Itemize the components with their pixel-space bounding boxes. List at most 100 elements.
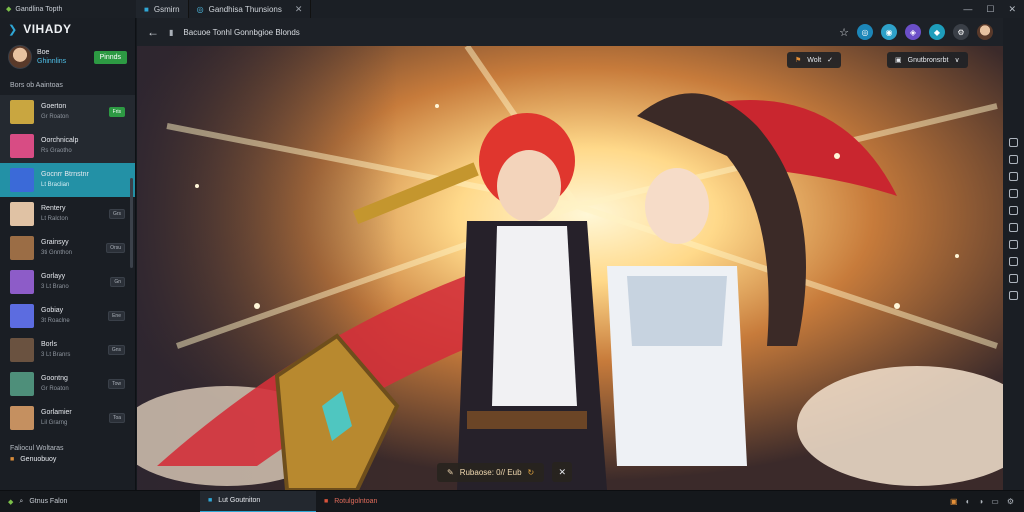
item-sub: Lil Grarng (41, 420, 68, 426)
item-thumbnail (10, 100, 34, 124)
tray-icon[interactable]: ▣ (950, 497, 958, 506)
taskbar-app-icon: ■ (208, 497, 213, 504)
item-sub: 3 Lt Brano (41, 284, 69, 290)
avatar[interactable] (8, 45, 32, 69)
tab-1[interactable]: ■ Gsmirn (136, 0, 189, 18)
item-sub: Gr Roaton (41, 386, 69, 392)
sidebar-item-10[interactable]: Gorlamier Lil Grarng Toa (0, 401, 135, 435)
stage-toolbar-right[interactable]: ▣ Gnutbronsrbt ∨ (887, 52, 968, 68)
profile-action-button[interactable]: Pinnds (93, 50, 127, 64)
rail-tool-icon[interactable] (1009, 274, 1018, 283)
item-title: Goontng (41, 375, 68, 382)
app-icon-1[interactable]: ◎ (857, 24, 873, 40)
main-area: ← ▮ Bacuoe Tonhl Gonnbgioe Blonds ☆ ◎ ◉ … (137, 18, 1003, 490)
rail-tool-icon[interactable] (1009, 257, 1018, 266)
sidebar-item-3[interactable]: Gocnrr Btrnstnr Lt Braclian (0, 163, 135, 197)
item-title: Oorchnicalp (41, 137, 79, 144)
taskbar-item-2[interactable]: ■ Rotulgolntoan (316, 491, 432, 512)
profile[interactable]: Boe Ghinnlins Pinnds (0, 40, 135, 74)
sidebar-item-7[interactable]: Gobiay 3t Roaclne Ene (0, 299, 135, 333)
sidebar-item-5[interactable]: Grainsyy 3ti Gnnthon Orsu (0, 231, 135, 265)
status-badge: Tow (108, 379, 125, 389)
rail-tool-icon[interactable] (1009, 206, 1018, 215)
breadcrumb: Bacuoe Tonhl Gonnbgioe Blonds (183, 27, 300, 37)
taskbar-label: Rotulgolntoan (334, 498, 378, 505)
user-avatar[interactable] (977, 24, 993, 40)
nav-icons: ☆ ◎ ◉ ◈ ◆ ⚙ (839, 24, 993, 40)
sidebar: ❯ VIHADY Boe Ghinnlins Pinnds Bors ob Aa… (0, 18, 136, 490)
close-window-icon[interactable]: ✕ (1008, 4, 1016, 15)
battery-icon[interactable]: ▭ (991, 497, 999, 506)
stage-bottom-bar: ✎ Rubaose: 0// Eub ↻ ✕ (437, 462, 573, 482)
rail-tool-icon[interactable] (1009, 155, 1018, 164)
item-title: Rentery (41, 205, 66, 212)
profile-name: Boe (37, 49, 50, 56)
tab-icon: ◎ (196, 4, 204, 14)
check-icon[interactable]: ✓ (827, 56, 833, 64)
taskbar-app-icon: ■ (324, 498, 329, 505)
flag-icon[interactable]: ⚑ (795, 56, 801, 64)
sidebar-scrollbar[interactable] (130, 178, 133, 268)
rail-tool-icon[interactable] (1009, 291, 1018, 300)
network-icon[interactable]: ◐ (966, 497, 971, 506)
volume-icon[interactable]: ◑ (978, 497, 983, 506)
navbar: ← ▮ Bacuoe Tonhl Gonnbgioe Blonds ☆ ◎ ◉ … (137, 18, 1003, 46)
close-overlay-button[interactable]: ✕ (552, 462, 573, 482)
item-title: Goerton (41, 103, 67, 110)
brand: ❯ VIHADY (0, 18, 135, 40)
maximize-icon[interactable]: ☐ (986, 4, 994, 15)
status-badge: Orsu (106, 243, 125, 253)
rail-tool-icon[interactable] (1009, 189, 1018, 198)
status-badge: Gns (107, 345, 125, 355)
section-title: Bors ob Aaintoas (10, 82, 63, 89)
tab-2[interactable]: ◎ Gandhisa Thunsions ✕ (189, 0, 312, 18)
item-sub: 3 Lt Branrs (41, 352, 71, 358)
settings-icon[interactable]: ⚙ (953, 24, 969, 40)
rail-tool-icon[interactable] (1009, 223, 1018, 232)
start-area[interactable]: ◆ ⌕ Gtnus Falon (0, 498, 200, 506)
window-icon: ▣ (895, 57, 902, 64)
item-thumbnail (10, 338, 34, 362)
item-title: Gocnrr Btrnstnr (41, 171, 89, 178)
stage-toolbar-left: ⚑ Wolt ✓ (787, 52, 842, 68)
start-icon[interactable]: ◆ (8, 498, 13, 506)
profile-meta: Boe Ghinnlins (37, 48, 66, 66)
app-logo-icon: ◆ (6, 6, 12, 13)
stage-bottom-control[interactable]: ✎ Rubaose: 0// Eub ↻ (437, 462, 545, 482)
profile-status: Ghinnlins (37, 58, 67, 65)
anime-artwork (137, 46, 1003, 490)
sidebar-item-1[interactable]: Goerton Gr Roaton Fris (0, 95, 135, 129)
tab-label: Gandhisa Thunsions (208, 4, 282, 14)
settings-icon[interactable]: ⚙ (1007, 497, 1014, 506)
app-icon-4[interactable]: ◆ (929, 24, 945, 40)
minimize-icon[interactable]: — (963, 4, 972, 15)
search-icon[interactable]: ⌕ (19, 498, 23, 506)
brand-name: VIHADY (23, 22, 72, 36)
taskbar-label: Lut Goutniton (218, 497, 261, 504)
start-label: Gtnus Falon (29, 498, 68, 505)
item-thumbnail (10, 406, 34, 430)
section2-title: Faliocul Woltaras (10, 445, 64, 452)
sidebar-item-2[interactable]: Oorchnicalp Rs Graotho (0, 129, 135, 163)
rail-tool-icon[interactable] (1009, 138, 1018, 147)
item-sub: 3ti Gnnthon (41, 250, 73, 256)
rail-tool-icon[interactable] (1009, 240, 1018, 249)
star-icon[interactable]: ☆ (839, 26, 849, 39)
app-title-area: ◆ Gandlina Topth (0, 5, 136, 14)
system-tray: ▣ ◐ ◑ ▭ ⚙ (950, 497, 1024, 506)
sidebar-item-6[interactable]: Gorlayy 3 Lt Brano Gn (0, 265, 135, 299)
app-icon-3[interactable]: ◈ (905, 24, 921, 40)
taskbar: ◆ ⌕ Gtnus Falon ■ Lut Goutniton ■ Rotulg… (0, 490, 1024, 512)
section2-item[interactable]: ■ Genuobuoy (0, 456, 135, 463)
sidebar-item-8[interactable]: Borls 3 Lt Branrs Gns (0, 333, 135, 367)
sidebar-item-9[interactable]: Goontng Gr Roaton Tow (0, 367, 135, 401)
item-thumbnail (10, 236, 34, 260)
app-icon-2[interactable]: ◉ (881, 24, 897, 40)
sidebar-item-4[interactable]: Rentery Lt Ralcton Grs (0, 197, 135, 231)
taskbar-item-1[interactable]: ■ Lut Goutniton (200, 490, 316, 512)
rail-tool-icon[interactable] (1009, 172, 1018, 181)
back-button[interactable]: ← (147, 25, 159, 39)
close-tab-icon[interactable]: ✕ (295, 4, 303, 15)
item-title: Gobiay (41, 307, 64, 314)
section2-item-label: Genuobuoy (20, 456, 57, 463)
